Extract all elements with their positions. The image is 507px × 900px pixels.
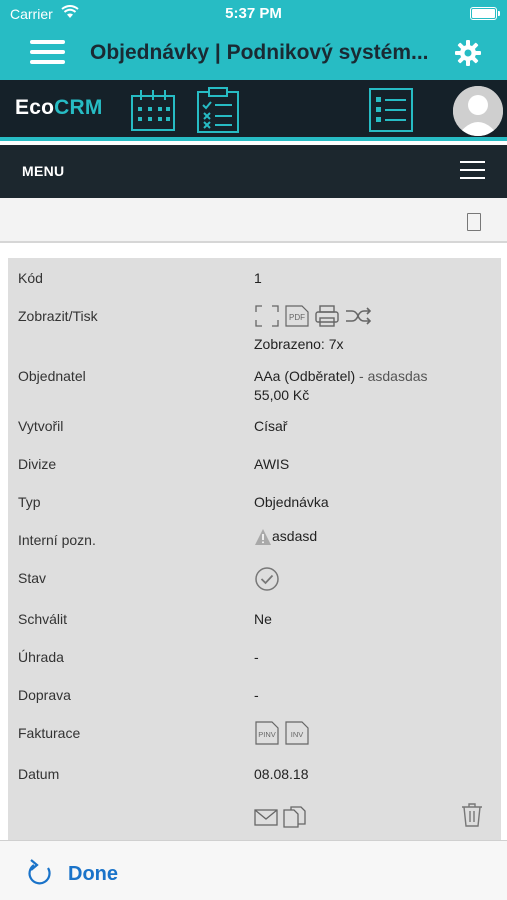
row-label: Typ (18, 494, 41, 510)
app-toolbar: EcoCRM (0, 80, 507, 141)
print-icon[interactable] (314, 304, 340, 328)
inv-icon[interactable]: INV (284, 720, 310, 746)
row-label: Divize (18, 456, 57, 472)
view-print-icons: PDF (254, 304, 372, 328)
list-icon[interactable] (367, 86, 415, 134)
row-label: Fakturace (18, 725, 81, 741)
email-icon[interactable] (254, 807, 278, 827)
view-count: Zobrazeno: 7x (254, 336, 344, 352)
trash-icon[interactable] (461, 802, 483, 828)
checklist-icon[interactable] (194, 86, 242, 134)
page-title: Objednávky | Podnikový systém... (90, 41, 429, 64)
order-detail-panel: Kód 1 Zobrazit/Tisk PDF Zobrazeno: 7x Ob… (8, 258, 501, 848)
status-bar: Carrier 5:37 PM (0, 0, 507, 28)
menu-hamburger-icon[interactable] (460, 161, 485, 181)
row-label: Kód (18, 270, 43, 286)
svg-text:INV: INV (291, 730, 304, 739)
customer-amount: 55,00 Kč (254, 387, 310, 403)
gear-icon[interactable] (454, 39, 482, 67)
row-value: 08.08.18 (254, 766, 309, 782)
calendar-icon[interactable] (129, 86, 177, 134)
shuffle-icon[interactable] (344, 304, 372, 328)
row-value: Císař (254, 418, 288, 434)
customer-value[interactable]: AAa (Odběratel) - asdasdas (254, 368, 428, 384)
row-value: - (254, 649, 259, 665)
row-label: Stav (18, 570, 47, 586)
fullscreen-icon[interactable] (254, 304, 280, 328)
row-label: Interní pozn. (18, 532, 96, 548)
selection-bar (0, 198, 507, 243)
svg-text:PDF: PDF (289, 313, 305, 322)
hamburger-menu-button[interactable] (30, 40, 65, 65)
menu-bar: MENU (0, 145, 507, 198)
svg-text:PINV: PINV (258, 730, 276, 739)
user-avatar-icon (453, 86, 503, 136)
row-value: 1 (254, 270, 262, 286)
internal-note: asdasd (254, 528, 317, 546)
row-label: Zobrazit/Tisk (18, 308, 98, 324)
battery-icon (470, 7, 500, 20)
row-value: - (254, 687, 259, 703)
pinv-icon[interactable]: PINV (254, 720, 280, 746)
row-actions (254, 805, 308, 829)
invoice-icons: PINV INV (254, 720, 310, 746)
row-value[interactable]: Ne (254, 611, 272, 627)
row-value: AWIS (254, 456, 290, 472)
bottom-bar: Done (0, 840, 507, 900)
top-header: Carrier 5:37 PM Objednávky | Podnikový s… (0, 0, 507, 80)
row-value: Objednávka (254, 494, 329, 510)
pdf-icon[interactable]: PDF (284, 304, 310, 328)
menu-label[interactable]: MENU (22, 163, 64, 179)
refresh-icon[interactable] (26, 859, 54, 889)
done-button[interactable]: Done (68, 863, 118, 886)
select-checkbox[interactable] (467, 213, 481, 231)
row-label: Datum (18, 766, 60, 782)
row-label: Doprava (18, 687, 71, 703)
ecocrm-logo[interactable]: EcoCRM (15, 96, 103, 120)
row-label: Objednatel (18, 368, 86, 384)
row-label: Vytvořil (18, 418, 64, 434)
row-label: Úhrada (18, 649, 64, 665)
avatar[interactable] (453, 86, 503, 136)
warning-icon (255, 529, 271, 546)
row-label: Schválit (18, 611, 68, 627)
copy-icon[interactable] (282, 805, 308, 829)
status-time: 5:37 PM (225, 5, 282, 22)
status-check-icon[interactable] (254, 566, 280, 592)
